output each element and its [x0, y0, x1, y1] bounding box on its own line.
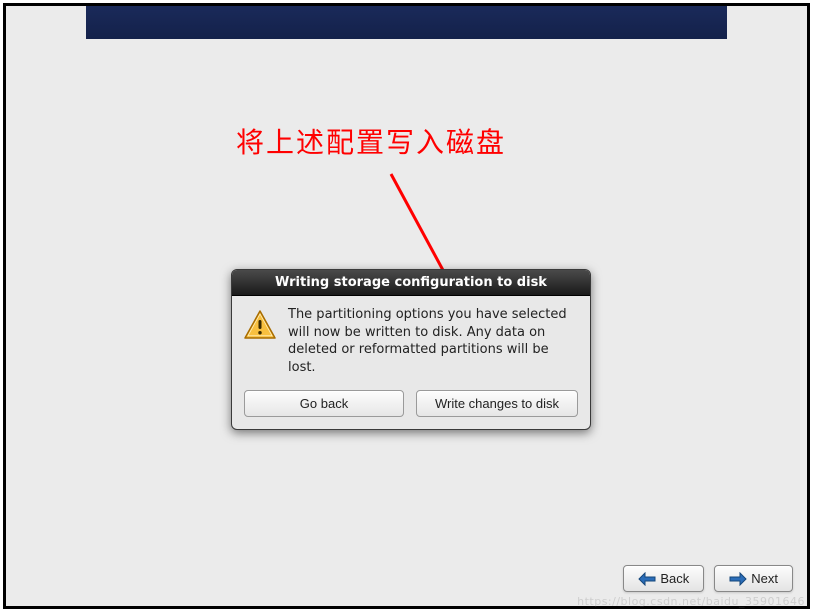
top-banner [86, 6, 727, 39]
dialog-message: The partitioning options you have select… [288, 306, 576, 376]
confirm-dialog: Writing storage configuration to disk Th… [231, 269, 591, 430]
dialog-button-row: Go back Write changes to disk [232, 384, 590, 429]
write-changes-button[interactable]: Write changes to disk [416, 390, 578, 417]
go-back-button[interactable]: Go back [244, 390, 404, 417]
annotation-text: 将上述配置写入磁盘 [236, 121, 506, 161]
nav-button-row: Back Next [623, 565, 793, 592]
dialog-body: The partitioning options you have select… [232, 296, 590, 384]
watermark-text: https://blog.csdn.net/baidu_35901646 [577, 595, 805, 608]
next-button[interactable]: Next [714, 565, 793, 592]
arrow-left-icon [638, 572, 656, 586]
next-button-label: Next [751, 571, 778, 586]
back-button-label: Back [660, 571, 689, 586]
installer-window: 将上述配置写入磁盘 Writing storage configuration … [3, 3, 810, 609]
back-button[interactable]: Back [623, 565, 704, 592]
dialog-title: Writing storage configuration to disk [232, 270, 590, 296]
warning-icon [242, 308, 278, 344]
arrow-right-icon [729, 572, 747, 586]
